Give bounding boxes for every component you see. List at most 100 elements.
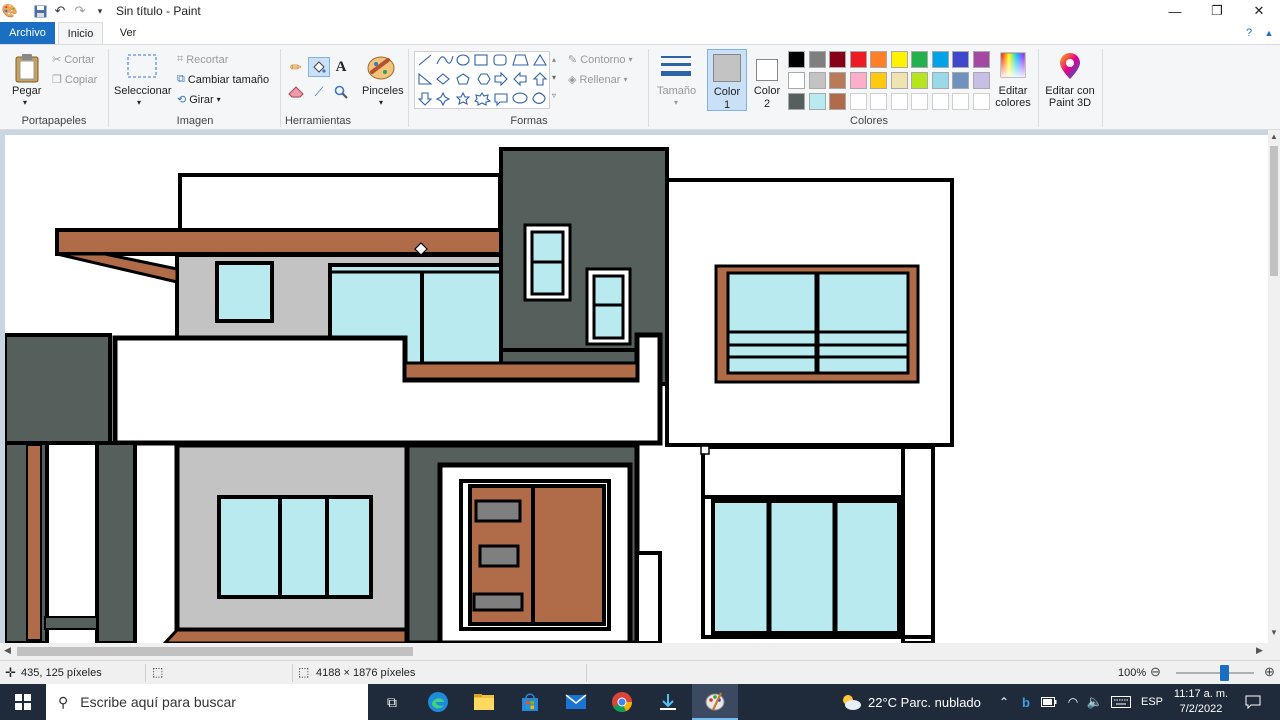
paint-taskbar-icon[interactable] <box>692 684 738 720</box>
color1-button[interactable]: Color 1 <box>707 49 747 111</box>
tab-archivo[interactable]: Archivo <box>0 22 55 44</box>
color2-button[interactable]: Color 2 <box>750 49 784 111</box>
brush-icon[interactable] <box>365 51 397 83</box>
help-icon[interactable]: ? <box>1242 22 1256 44</box>
tab-inicio[interactable]: Inicio <box>58 22 103 44</box>
shapes-scroll-up-icon[interactable]: ▴ <box>552 55 556 64</box>
resize-button[interactable]: ⧉ Cambiar tamaño <box>177 73 269 86</box>
scroll-left-icon[interactable]: ◀ <box>4 645 11 656</box>
rotate-button[interactable]: ⟲ Girar ▾ <box>177 93 221 107</box>
volume-icon[interactable]: 🔈 <box>1084 684 1106 720</box>
size-button[interactable]: Tamaño <box>657 85 696 97</box>
zoom-slider[interactable] <box>1176 665 1254 681</box>
palette-color-swatch[interactable] <box>911 93 928 110</box>
pencil-icon[interactable]: ✏ <box>287 58 305 76</box>
language-indicator[interactable]: ESP <box>1136 684 1168 720</box>
notifications-icon[interactable] <box>1238 684 1268 720</box>
clock[interactable]: 11:17 a. m. 7/2/2022 <box>1168 687 1234 717</box>
palette-color-swatch[interactable] <box>849 93 867 110</box>
brushes-dropdown-icon[interactable]: ▾ <box>379 98 383 107</box>
shapes-scroll-down-icon[interactable]: ▾ <box>552 73 556 82</box>
zoom-out-icon[interactable]: ⊖ <box>1150 664 1161 680</box>
scroll-down-icon[interactable]: ▼ <box>1270 628 1278 637</box>
palette-color-swatch[interactable] <box>808 51 826 68</box>
fill-button[interactable]: ◈ Rellenar ▾ <box>568 73 627 87</box>
palette-color-swatch[interactable] <box>952 93 969 110</box>
palette-color-swatch[interactable] <box>890 93 908 110</box>
file-explorer-icon[interactable] <box>462 684 506 720</box>
eraser-icon[interactable] <box>287 84 305 100</box>
palette-color-swatch[interactable] <box>808 72 826 89</box>
text-tool-icon[interactable]: A <box>332 57 350 77</box>
scroll-right-icon[interactable]: ▶ <box>1256 645 1263 656</box>
line-size-icon[interactable] <box>659 53 693 81</box>
quick-access-dropdown-icon[interactable]: ▾ <box>92 3 108 19</box>
palette-color-swatch[interactable] <box>890 51 908 68</box>
paint-app-icon[interactable]: 🎨 <box>2 3 18 19</box>
weather-text[interactable]: 22°C Parc. nublado <box>868 684 988 720</box>
palette-color-swatch[interactable] <box>911 51 928 68</box>
select-dropdown-icon[interactable]: ▾ <box>137 98 141 107</box>
palette-color-swatch[interactable] <box>870 51 887 68</box>
paint3d-icon[interactable] <box>1056 51 1084 81</box>
magnifier-icon[interactable] <box>332 84 350 100</box>
palette-color-swatch[interactable] <box>788 72 805 89</box>
zoom-slider-thumb[interactable] <box>1220 665 1230 681</box>
wifi-icon[interactable]: ◠ <box>1062 684 1084 720</box>
tab-ver[interactable]: Ver <box>110 22 146 44</box>
palette-color-swatch[interactable] <box>870 72 887 89</box>
chevron-up-icon[interactable]: ▲ <box>1262 22 1276 44</box>
cut-button[interactable]: ✂ Cortar <box>52 53 95 67</box>
palette-color-swatch[interactable] <box>829 72 846 89</box>
palette-color-swatch[interactable] <box>972 93 990 110</box>
store-icon[interactable] <box>508 684 552 720</box>
select-button[interactable]: Seleccionar <box>114 85 171 97</box>
palette-color-swatch[interactable] <box>931 93 949 110</box>
scroll-up-icon[interactable]: ▲ <box>1270 132 1278 141</box>
palette-color-swatch[interactable] <box>829 93 846 110</box>
palette-color-swatch[interactable] <box>788 51 805 68</box>
keyboard-icon[interactable] <box>1108 684 1134 720</box>
taskbar-search-box[interactable]: ⚲ Escribe aquí para buscar <box>46 684 368 720</box>
restore-button[interactable]: ❐ <box>1196 0 1238 22</box>
redo-icon[interactable]: ↷ <box>72 3 88 19</box>
undo-icon[interactable]: ↶ <box>52 3 68 19</box>
fill-bucket-icon[interactable] <box>308 57 330 77</box>
vertical-scroll-thumb[interactable] <box>1270 146 1278 276</box>
vertical-scrollbar[interactable]: ▲ ▼ <box>1268 130 1280 643</box>
downloads-icon[interactable] <box>646 684 690 720</box>
brushes-button[interactable]: Pinceles <box>362 85 404 97</box>
horizontal-scroll-thumb[interactable] <box>17 647 413 656</box>
palette-color-swatch[interactable] <box>829 51 846 68</box>
outline-button[interactable]: ✎ Contorno ▾ <box>568 53 633 67</box>
drawing-canvas[interactable] <box>5 135 1268 643</box>
size-dropdown-icon[interactable]: ▾ <box>674 98 678 107</box>
palette-color-swatch[interactable] <box>931 72 949 89</box>
palette-color-swatch[interactable] <box>931 51 949 68</box>
edge-browser-icon[interactable] <box>416 684 460 720</box>
palette-color-swatch[interactable] <box>808 93 826 110</box>
paint3d-button[interactable]: Editar con Paint 3D <box>1042 85 1098 109</box>
close-button[interactable]: ✕ <box>1238 0 1280 22</box>
chrome-icon[interactable] <box>600 684 644 720</box>
minimize-button[interactable]: — <box>1154 0 1196 22</box>
windows-start-icon[interactable] <box>0 684 46 720</box>
palette-color-swatch[interactable] <box>952 72 969 89</box>
palette-color-swatch[interactable] <box>849 72 867 89</box>
task-view-icon[interactable]: ⧉ <box>372 684 412 720</box>
color-picker-icon[interactable]: ⟋ <box>310 84 328 100</box>
bing-icon[interactable]: b <box>1016 684 1036 720</box>
shapes-expand-icon[interactable]: ▿ <box>552 91 556 100</box>
palette-color-swatch[interactable] <box>849 51 867 68</box>
palette-color-swatch[interactable] <box>870 93 887 110</box>
clipboard-icon[interactable] <box>12 51 42 85</box>
palette-color-swatch[interactable] <box>972 72 990 89</box>
save-icon[interactable] <box>32 3 48 19</box>
zoom-in-icon[interactable]: ⊕ <box>1264 664 1275 680</box>
edit-colors-button[interactable]: Editar colores <box>993 85 1033 109</box>
paste-dropdown-icon[interactable]: ▾ <box>23 98 27 107</box>
palette-color-swatch[interactable] <box>890 72 908 89</box>
palette-color-swatch[interactable] <box>788 93 805 110</box>
battery-icon[interactable] <box>1038 684 1060 720</box>
paste-button[interactable]: Pegar <box>12 85 41 97</box>
